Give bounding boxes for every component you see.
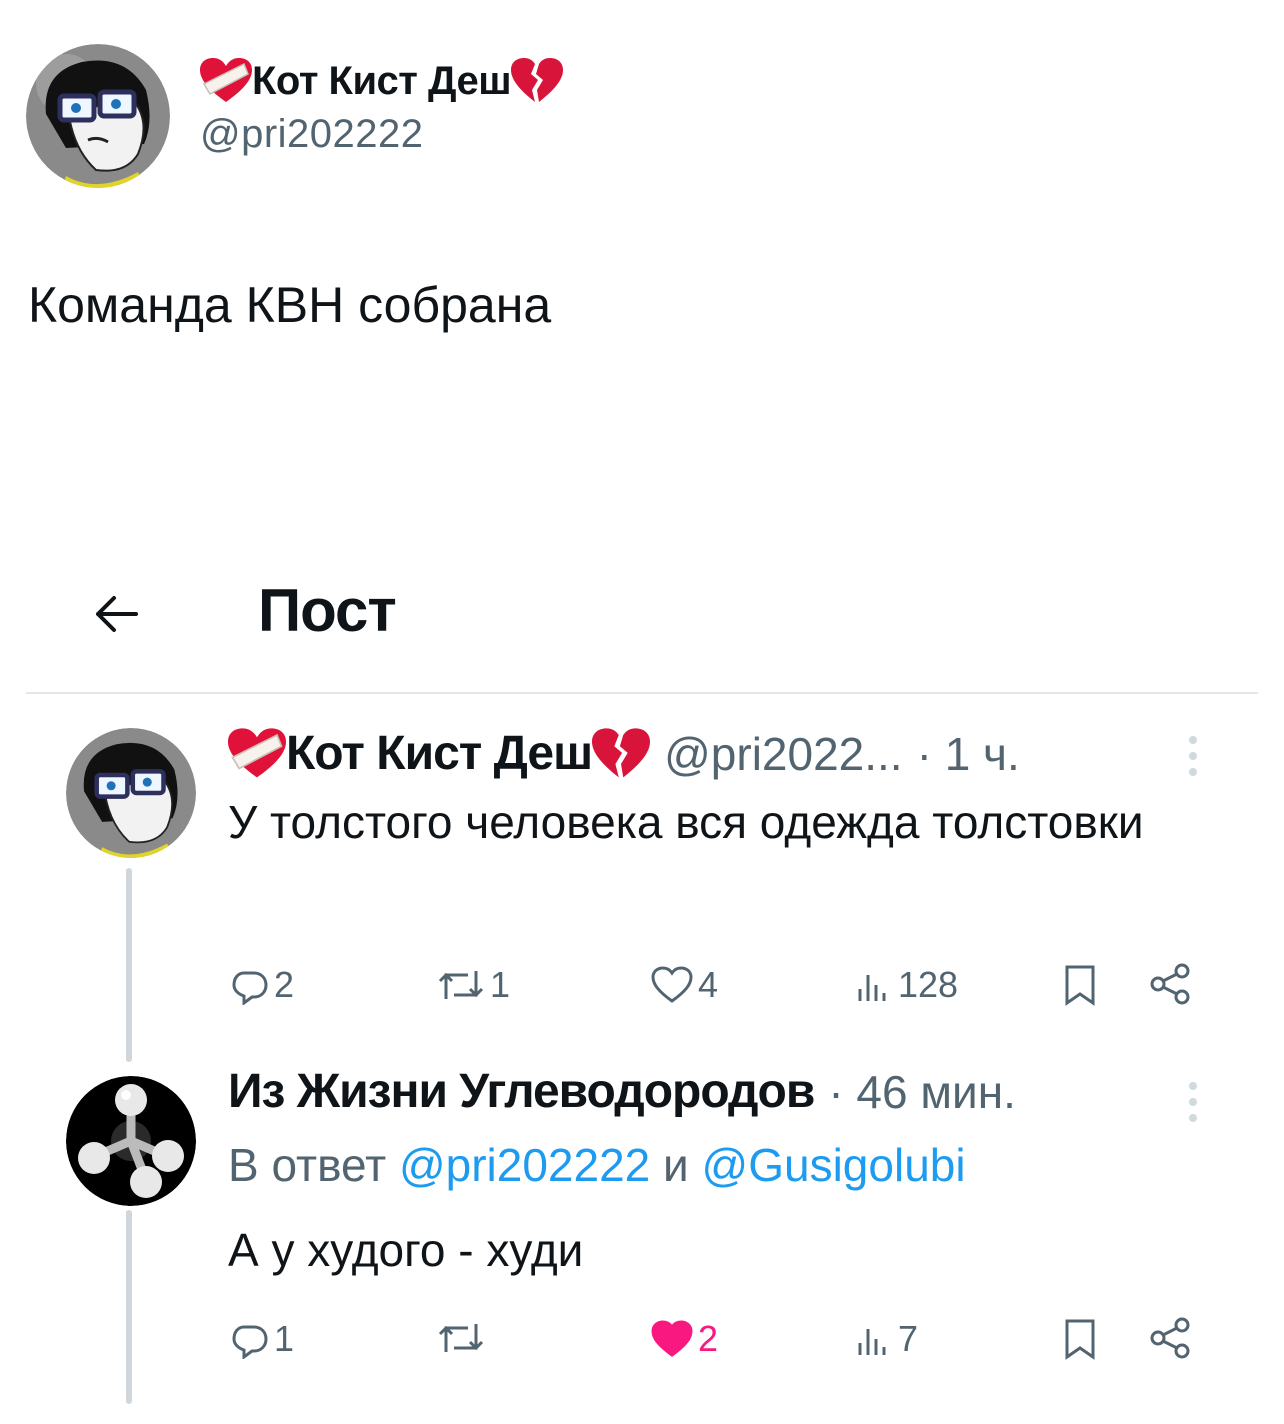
heart-filled-icon	[651, 1320, 693, 1357]
bookmark-button[interactable]	[1062, 964, 1098, 1006]
tweet-header: Кот Кист Деш @pri2022... · 1 ч.	[228, 726, 1020, 781]
tweet-author-name-text: Кот Кист Деш	[286, 727, 593, 780]
bookmark-icon	[1065, 1319, 1095, 1360]
header-divider	[26, 692, 1258, 694]
like-count: 4	[698, 964, 719, 1005]
share-button[interactable]	[1148, 1316, 1192, 1360]
thread-line	[126, 868, 132, 1062]
tweet-author-name[interactable]: Кот Кист Деш	[228, 726, 651, 781]
heart-icon	[651, 966, 693, 1003]
author-name-text: Кот Кист Деш	[252, 58, 512, 103]
page-title: Пост	[258, 577, 397, 644]
bookmark-button[interactable]	[1062, 1318, 1098, 1360]
more-options-icon[interactable]	[1186, 1080, 1200, 1124]
views-icon	[858, 1329, 886, 1355]
screenshot-header: Пост	[0, 570, 1284, 660]
author-handle[interactable]: @pri202222	[200, 112, 563, 157]
tweet-text: А у худого - худи	[228, 1224, 584, 1276]
tweet-avatar[interactable]	[66, 1076, 196, 1206]
reply-to-user-link[interactable]: @pri202222	[399, 1139, 650, 1191]
mending-heart-icon	[228, 727, 286, 780]
reply-button[interactable]: 1	[230, 1318, 294, 1360]
retweet-count: 1	[490, 964, 511, 1005]
reply-to-user-link[interactable]: @Gusigolubi	[702, 1139, 966, 1191]
more-options-icon[interactable]	[1186, 734, 1200, 778]
reply-to-line: В ответ @pri202222 и @Gusigolubi	[228, 1138, 966, 1192]
back-arrow-icon[interactable]	[88, 586, 144, 642]
tweet-author-name[interactable]: Из Жизни Углеводородов	[228, 1064, 815, 1119]
like-button[interactable]: 4	[650, 964, 718, 1006]
tweet-time[interactable]: · 1 ч.	[917, 727, 1020, 781]
retweet-icon	[438, 1324, 484, 1352]
broken-heart-icon	[592, 727, 651, 780]
views-button[interactable]: 7	[854, 1318, 918, 1360]
reply-count: 1	[274, 1318, 295, 1359]
outer-post-header: Кот Кист Деш @pri202222	[26, 44, 564, 188]
reply-icon	[232, 971, 268, 1005]
share-button[interactable]	[1148, 962, 1192, 1006]
broken-heart-icon	[511, 58, 564, 104]
views-count: 7	[898, 1318, 919, 1359]
views-count: 128	[898, 964, 959, 1005]
share-icon	[1150, 1317, 1190, 1359]
views-icon	[858, 975, 886, 1001]
bookmark-icon	[1065, 965, 1095, 1006]
tweet-text: У толстого человека вся одежда толстовки	[228, 796, 1144, 848]
tweet-handle[interactable]: @pri2022...	[664, 727, 903, 781]
retweet-button[interactable]	[436, 1318, 490, 1358]
tweet-avatar[interactable]	[66, 728, 196, 858]
retweet-button[interactable]: 1	[436, 964, 510, 1006]
like-count: 2	[698, 1318, 719, 1359]
retweet-icon	[438, 971, 484, 999]
author-name[interactable]: Кот Кист Деш	[200, 58, 564, 104]
views-button[interactable]: 128	[854, 964, 958, 1006]
tweet-time[interactable]: · 46 мин.	[828, 1065, 1016, 1119]
reply-prefix: В ответ	[228, 1139, 387, 1191]
thread-line	[126, 1210, 132, 1404]
like-button[interactable]: 2	[650, 1318, 718, 1360]
reply-icon	[232, 1325, 268, 1359]
mending-heart-icon	[200, 58, 252, 104]
author-avatar[interactable]	[26, 44, 170, 188]
reply-button[interactable]: 2	[230, 964, 294, 1006]
reply-count: 2	[274, 964, 295, 1005]
share-icon	[1150, 963, 1190, 1005]
post-text: Команда КВН собрана	[28, 277, 552, 333]
reply-conjunction: и	[663, 1139, 689, 1191]
tweet-header: Из Жизни Углеводородов · 46 мин.	[228, 1064, 1016, 1119]
